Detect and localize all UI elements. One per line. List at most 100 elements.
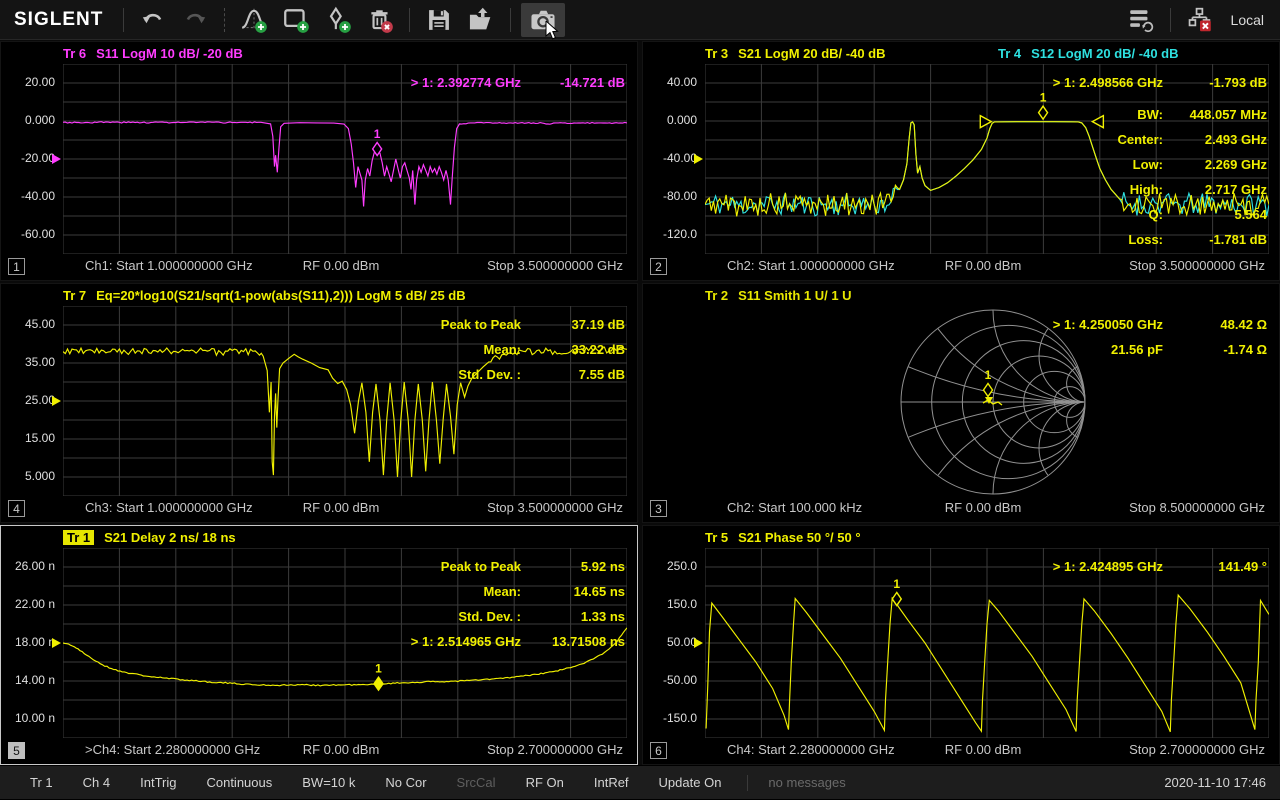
redo-button[interactable] (176, 3, 214, 37)
readout-label: > 1: 2.424895 GHz (1053, 554, 1163, 579)
readout-label: > 1: 2.514965 GHz (411, 629, 521, 654)
trace-title-tr5[interactable]: Tr 5S21 Phase 50 °/ 50 ° (705, 530, 861, 545)
panel-window-2[interactable]: Tr 3 S21 LogM 20 dB/ -40 dB Tr 4S12 LogM 2… (642, 41, 1280, 281)
marker-1[interactable]: 1 (373, 127, 382, 156)
trace-tag: Tr 7 (63, 288, 86, 303)
open-button[interactable] (462, 3, 500, 37)
rf-power-label[interactable]: RF 0.00 dBm (303, 500, 380, 515)
trace-format-label: S21 LogM 20 dB/ -40 dB (738, 46, 885, 61)
window-number-box[interactable]: 2 (650, 258, 667, 275)
channel-start-label[interactable]: Ch2: Start 100.000 kHz (727, 500, 862, 515)
add-marker-button[interactable] (319, 3, 357, 37)
panel-window-3[interactable]: Tr 2S11 Smith 1 U/ 1 U> 1: 4.250050 GHz4… (642, 283, 1280, 523)
system-preset-button[interactable] (1122, 3, 1160, 37)
window-number-box[interactable]: 3 (650, 500, 667, 517)
readout-value: 1.33 ns (521, 604, 625, 629)
y-axis-label: -20.00 (1, 151, 55, 165)
channel-stop-label[interactable]: Stop 8.500000000 GHz (1129, 500, 1265, 515)
readout-label: Peak to Peak (441, 312, 521, 337)
delete-button[interactable] (361, 3, 399, 37)
save-button[interactable] (420, 3, 458, 37)
status-item-srccal[interactable]: SrcCal (457, 775, 496, 790)
readout-value: 33.22 dB (521, 337, 625, 362)
readout-label: > 1: 4.250050 GHz (1053, 312, 1163, 337)
channel-start-label[interactable]: Ch2: Start 1.000000000 GHz (727, 258, 895, 273)
status-item-continuous[interactable]: Continuous (206, 775, 272, 790)
status-item-intref[interactable]: IntRef (594, 775, 629, 790)
window-number-box[interactable]: 1 (8, 258, 25, 275)
mouse-cursor (545, 21, 563, 41)
toolbar-separator (1170, 8, 1171, 32)
y-axis-label: 15.00 (1, 431, 55, 445)
readout-label: Low: (1133, 152, 1163, 177)
status-item-update-on[interactable]: Update On (659, 775, 722, 790)
marker-readouts: > 1: 2.392774 GHz-14.721 dB (411, 70, 625, 95)
y-axis-label: 22.00 n (1, 597, 55, 611)
marker-readouts: > 1: 2.498566 GHz-1.793 dBBW:448.057 MHz… (1053, 70, 1267, 252)
status-item-bw-10-k[interactable]: BW=10 k (302, 775, 355, 790)
trace-title-tr7[interactable]: Tr 7Eq=20*log10(S21/sqrt(1-pow(abs(S11),… (63, 288, 466, 303)
channel-stop-label[interactable]: Stop 3.500000000 GHz (487, 500, 623, 515)
undo-icon (140, 7, 166, 33)
window-number-box[interactable]: 4 (8, 500, 25, 517)
toolbar-separator (224, 8, 225, 32)
channel-stop-label[interactable]: Stop 3.500000000 GHz (487, 258, 623, 273)
rf-power-label[interactable]: RF 0.00 dBm (945, 500, 1022, 515)
svg-text:1: 1 (375, 662, 382, 676)
readout-label: Loss: (1128, 227, 1163, 252)
lan-status-button[interactable] (1181, 3, 1219, 37)
status-separator (747, 775, 748, 791)
add-trace-button[interactable] (235, 3, 273, 37)
channel-stop-label[interactable]: Stop 3.500000000 GHz (1129, 258, 1265, 273)
panel-window-6[interactable]: Tr 5S21 Phase 50 °/ 50 °250.0150.050.00-… (642, 525, 1280, 765)
status-item-inttrig[interactable]: IntTrig (140, 775, 176, 790)
status-item-rf-on[interactable]: RF On (526, 775, 564, 790)
status-item-ch-4[interactable]: Ch 4 (83, 775, 110, 790)
trace-format-label: S11 LogM 10 dB/ -20 dB (96, 46, 243, 61)
rf-power-label[interactable]: RF 0.00 dBm (303, 258, 380, 273)
add-trace-icon (240, 6, 268, 34)
readout-value: -1.793 dB (1163, 70, 1267, 95)
rf-power-label[interactable]: RF 0.00 dBm (945, 258, 1022, 273)
channel-stop-label[interactable]: Stop 2.700000000 GHz (1129, 742, 1265, 757)
trace-title-tr6[interactable]: Tr 6S11 LogM 10 dB/ -20 dB (63, 46, 243, 61)
y-axis-label: -60.00 (1, 227, 55, 241)
channel-footer: 5 >Ch4: Start 2.280000000 GHz RF 0.00 dBm S… (1, 738, 637, 764)
status-message: no messages (768, 775, 845, 790)
rf-power-label[interactable]: RF 0.00 dBm (945, 742, 1022, 757)
marker-1[interactable]: 1 (374, 662, 383, 691)
window-number-box[interactable]: 5 (8, 742, 25, 759)
panel-window-1[interactable]: Tr 6S11 LogM 10 dB/ -20 dB20.000.000-20.… (0, 41, 638, 281)
undo-button[interactable] (134, 3, 172, 37)
panel-window-4[interactable]: Tr 7Eq=20*log10(S21/sqrt(1-pow(abs(S11),… (0, 283, 638, 523)
readout-value: 14.65 ns (521, 579, 625, 604)
y-axis-label: 25.00 (1, 393, 55, 407)
marker-readouts: > 1: 4.250050 GHz48.42 Ω21.56 pF-1.74 Ω (1053, 312, 1267, 362)
marker-readouts: Peak to Peak5.92 nsMean:14.65 nsStd. Dev… (411, 554, 625, 654)
add-window-button[interactable] (277, 3, 315, 37)
lan-status-icon (1186, 6, 1214, 34)
trace-title-tr3[interactable]: Tr 3 S21 LogM 20 dB/ -40 dB (705, 46, 886, 61)
status-item-tr-1[interactable]: Tr 1 (30, 775, 53, 790)
readout-value: -1.781 dB (1163, 227, 1267, 252)
channel-start-label[interactable]: Ch3: Start 1.000000000 GHz (85, 500, 253, 515)
marker-1[interactable]: 1 (892, 577, 901, 606)
panel-window-5[interactable]: Tr 1S21 Delay 2 ns/ 18 ns26.00 n22.00 n1… (0, 525, 638, 765)
y-axis-label: -50.00 (643, 673, 697, 687)
marker-1[interactable]: 1 (984, 368, 993, 397)
channel-start-label[interactable]: Ch1: Start 1.000000000 GHz (85, 258, 253, 273)
trace-title-tr1[interactable]: Tr 1S21 Delay 2 ns/ 18 ns (63, 530, 236, 545)
local-label[interactable]: Local (1231, 12, 1264, 28)
y-axis-label: 150.0 (643, 597, 697, 611)
status-item-no-cor[interactable]: No Cor (385, 775, 426, 790)
channel-stop-label[interactable]: Stop 2.700000000 GHz (487, 742, 623, 757)
trace-tag: Tr 3 (705, 46, 728, 61)
status-bar: Tr 1 Ch 4 IntTrig Continuous BW=10 k No Cor Sr… (0, 765, 1280, 799)
delete-icon (366, 6, 394, 34)
trace-title-tr4[interactable]: Tr 4S12 LogM 20 dB/ -40 dB (998, 46, 1179, 61)
rf-power-label[interactable]: RF 0.00 dBm (303, 742, 380, 757)
channel-start-label[interactable]: Ch4: Start 2.280000000 GHz (727, 742, 895, 757)
channel-start-label[interactable]: >Ch4: Start 2.280000000 GHz (85, 742, 260, 757)
window-number-box[interactable]: 6 (650, 742, 667, 759)
y-axis-label: -150.0 (643, 711, 697, 725)
